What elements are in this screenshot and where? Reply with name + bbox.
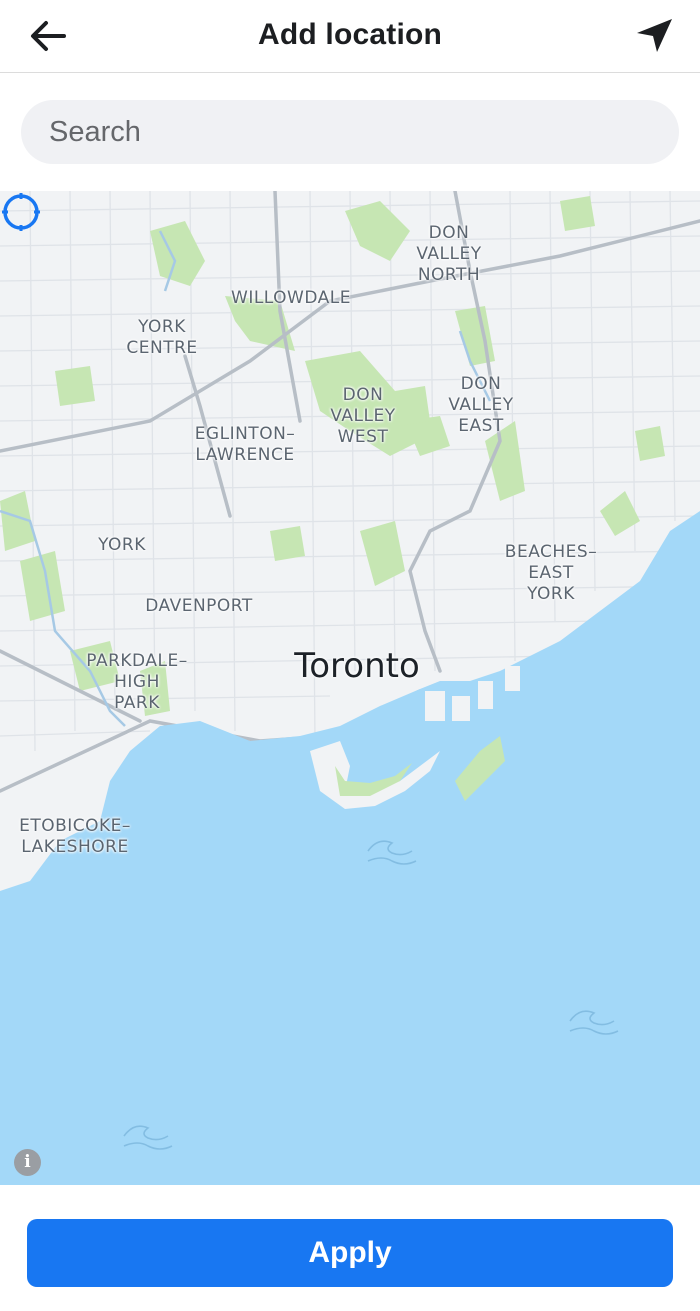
location-target-icon xyxy=(2,193,40,231)
neighborhood-label: WILLOWDALE xyxy=(231,288,351,308)
neighborhood-label: DAVENPORT xyxy=(145,596,253,616)
navigation-arrow-icon xyxy=(637,19,672,52)
current-location-button[interactable] xyxy=(628,14,678,58)
page-title: Add location xyxy=(257,18,443,51)
neighborhood-label: DON VALLEY WEST xyxy=(330,385,396,447)
neighborhood-label: PARKDALE– HIGH PARK xyxy=(86,651,188,713)
neighborhood-label: YORK xyxy=(98,535,146,555)
neighborhood-label: BEACHES– EAST YORK xyxy=(504,542,598,604)
neighborhood-label: DON VALLEY EAST xyxy=(448,374,514,436)
neighborhood-label: ETOBICOKE– LAKESHORE xyxy=(19,816,131,857)
top-bar: Add location xyxy=(0,0,700,73)
apply-button[interactable]: Apply xyxy=(27,1219,673,1287)
neighborhood-label: YORK CENTRE xyxy=(126,317,198,358)
neighborhood-label: DON VALLEY NORTH xyxy=(416,223,482,285)
info-icon[interactable]: i xyxy=(14,1149,41,1176)
map-view[interactable]: DON VALLEY NORTH WILLOWDALE YORK CENTRE … xyxy=(0,191,700,1185)
search-input[interactable] xyxy=(21,100,679,164)
neighborhood-label: EGLINTON– LAWRENCE xyxy=(194,424,296,465)
city-label: Toronto xyxy=(294,646,420,686)
